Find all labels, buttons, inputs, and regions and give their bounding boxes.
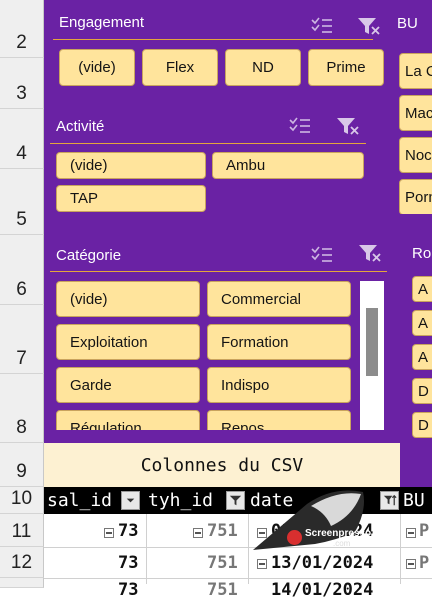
column-divider [146, 514, 147, 584]
slicer-item[interactable]: Ambu [212, 152, 364, 179]
row-header-12[interactable]: 12 [0, 547, 44, 578]
slicer-title: Catégorie [56, 247, 122, 264]
slicer-item[interactable]: Indispo [207, 367, 351, 403]
clear-filter-icon[interactable] [357, 16, 381, 36]
row-header-2[interactable]: 2 [0, 0, 44, 58]
slicer-item[interactable]: Prime [308, 49, 384, 86]
chevron-down-icon [126, 498, 135, 503]
multi-select-icon[interactable] [310, 16, 334, 36]
row-header-13[interactable] [0, 578, 44, 588]
slicer-engagement[interactable]: Engagement (vide) Flex ND Prime [53, 6, 387, 92]
sort-filter-button[interactable] [380, 491, 399, 510]
row-header-10[interactable]: 10 [0, 487, 44, 514]
slicer-title-underline [50, 143, 366, 144]
row-header-3[interactable]: 3 [0, 58, 44, 109]
screenpresso-logo-icon [287, 530, 302, 545]
watermark-name: Screenpresso [305, 528, 372, 539]
column-divider [400, 514, 401, 584]
slicer-activite[interactable]: Activité (vide) Ambu TAP [50, 112, 370, 216]
collapse-toggle[interactable] [104, 528, 114, 538]
multi-select-icon[interactable] [310, 245, 334, 265]
table-cell-sal-id[interactable]: 73 [118, 553, 138, 573]
column-header-bu[interactable]: BU [403, 487, 432, 514]
collapse-toggle[interactable] [193, 528, 203, 538]
slicer-item[interactable]: Formation [207, 324, 351, 360]
slicer-item[interactable]: La C [399, 53, 432, 89]
table-cell-tyh-id[interactable]: 751 [207, 580, 238, 600]
slicer-bu[interactable]: BU La C Mac Noc Porn [393, 6, 432, 214]
slicer-item[interactable]: Garde [56, 367, 200, 403]
csv-columns-banner: Colonnes du CSV [44, 443, 400, 487]
slicer-item[interactable]: (vide) [59, 49, 135, 86]
slicer-title: BU [397, 15, 418, 32]
slicer-item[interactable]: Noc [399, 137, 432, 173]
slicer-item[interactable]: Repos [207, 410, 351, 430]
slicer-categorie[interactable]: Catégorie (vide) Commercial Exploitation… [50, 240, 390, 430]
slicer-item[interactable]: (vide) [56, 152, 206, 179]
table-cell-sal-id[interactable]: 73 [118, 521, 138, 541]
collapse-toggle[interactable] [257, 559, 267, 569]
slicer-scrollbar-thumb[interactable] [366, 308, 378, 376]
filter-active-button[interactable] [226, 491, 245, 510]
row-header-6[interactable]: 6 [0, 235, 44, 305]
slicer-item[interactable]: D [412, 378, 432, 404]
row-header-5[interactable]: 5 [0, 169, 44, 235]
slicer-title: Ro [412, 245, 432, 262]
slicer-item[interactable]: Flex [142, 49, 218, 86]
table-cell-bu[interactable]: P [419, 521, 429, 541]
collapse-toggle[interactable] [406, 559, 416, 569]
slicer-title: Activité [56, 118, 105, 135]
row-header-9[interactable]: 9 [0, 443, 44, 487]
clear-filter-icon[interactable] [358, 243, 382, 263]
row-divider [44, 578, 432, 579]
table-cell-bu[interactable]: P [419, 553, 429, 573]
table-cell-date[interactable]: 14/01/2024 [271, 580, 373, 600]
slicer-title-underline [50, 271, 387, 272]
row-header-11[interactable]: 11 [0, 514, 44, 547]
multi-select-icon[interactable] [288, 116, 312, 136]
slicer-title: Engagement [59, 14, 145, 31]
row-header-8[interactable]: 8 [0, 374, 44, 443]
watermark-domain: .com [333, 539, 351, 548]
slicer-item[interactable]: TAP [56, 185, 206, 212]
collapse-toggle[interactable] [406, 528, 416, 538]
slicer-item[interactable]: ND [225, 49, 301, 86]
filter-icon [229, 495, 242, 506]
slicer-title-underline [53, 39, 373, 40]
row-header-7[interactable]: 7 [0, 305, 44, 374]
slicer-item[interactable]: Régulation [56, 410, 200, 430]
row-9-right-strip [400, 443, 432, 487]
slicer-item[interactable]: A [412, 344, 432, 370]
slicer-item[interactable]: D [412, 412, 432, 438]
slicer-item[interactable]: A [412, 276, 432, 302]
slicer-item[interactable]: Porn [399, 179, 432, 214]
slicer-ro[interactable]: Ro A A A D D D [409, 240, 432, 443]
table-cell-tyh-id[interactable]: 751 [207, 553, 238, 573]
slicer-item[interactable]: (vide) [56, 281, 200, 317]
sort-filter-icon [383, 494, 397, 506]
column-header-tyh-id[interactable]: tyh_id [148, 487, 228, 514]
clear-filter-icon[interactable] [336, 116, 360, 136]
table-cell-date[interactable]: 13/01/2024 [271, 553, 373, 573]
row-header-4[interactable]: 4 [0, 109, 44, 169]
page-curl-icon [253, 490, 364, 550]
dashboard-canvas: Engagement (vide) Flex ND Prime Activité… [44, 0, 432, 443]
table-cell-tyh-id[interactable]: 751 [207, 521, 238, 541]
slicer-item[interactable]: Mac [399, 95, 432, 131]
slicer-item[interactable]: Exploitation [56, 324, 200, 360]
filter-dropdown-button[interactable] [121, 491, 140, 510]
table-cell-sal-id[interactable]: 73 [118, 580, 138, 600]
screenpresso-watermark: Screenpresso .com [245, 482, 375, 552]
slicer-item[interactable]: A [412, 310, 432, 336]
slicer-item[interactable]: Commercial [207, 281, 351, 317]
